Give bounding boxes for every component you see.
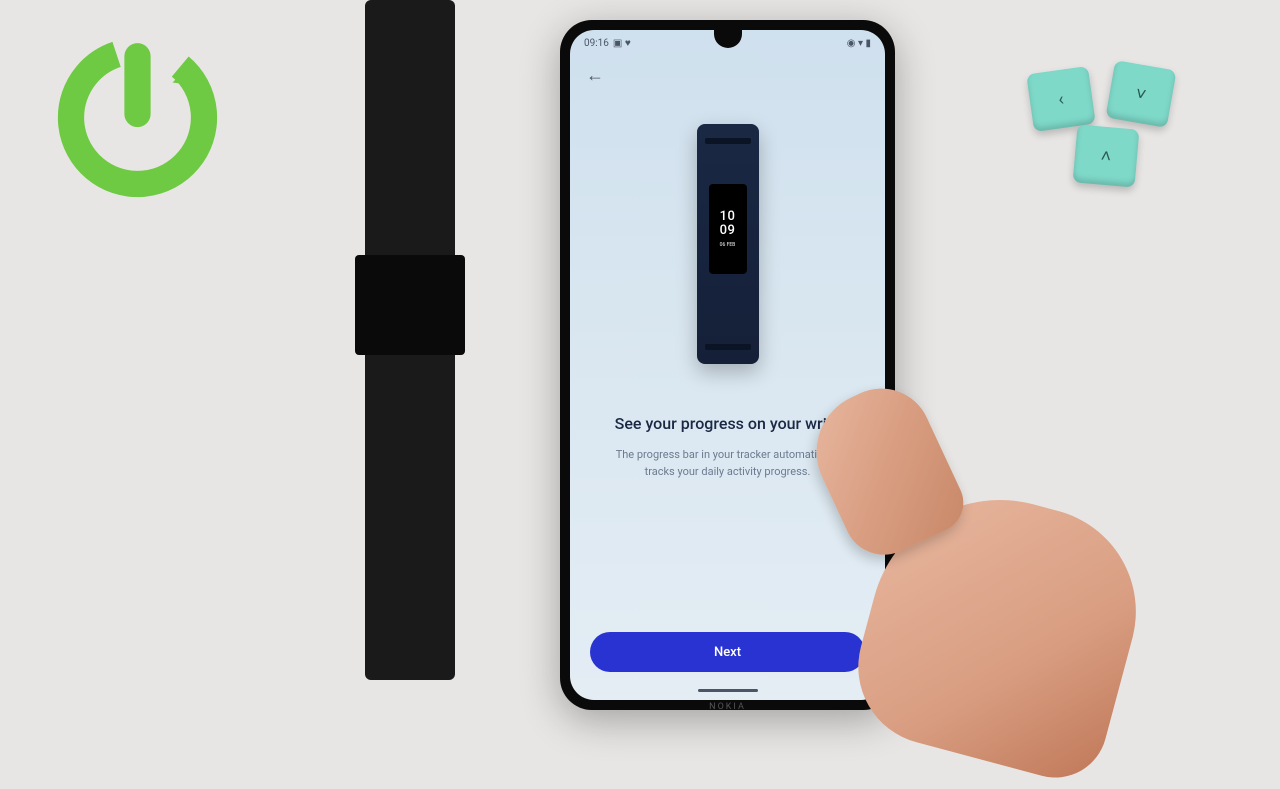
status-time: 09:16 [584,38,609,49]
fitness-tracker-image: 10 09 06 FEB [697,124,759,364]
tracker-time-1: 10 [720,210,736,224]
next-button[interactable]: Next [590,632,865,672]
home-indicator[interactable] [698,689,758,692]
phone-screen: 09:16 ▣ ♥ ◉ ▾ ▮ ← 10 09 06 FEB [570,30,885,700]
hero-illustration: 10 09 06 FEB [570,94,885,414]
onboarding-content: See your progress on your wrist The prog… [570,414,885,480]
phone-device: 09:16 ▣ ♥ ◉ ▾ ▮ ← 10 09 06 FEB [560,20,895,710]
onboarding-description: The progress bar in your tracker automat… [594,447,861,480]
keycaps-decoration: ‹ ˅ ˄ [1020,65,1195,185]
phone-brand-label: NOKIA [709,702,746,712]
back-arrow-icon: ← [586,65,604,86]
back-button[interactable]: ← [570,53,885,94]
watch-band-prop [365,0,455,680]
tracker-date: 06 FEB [720,243,736,249]
power-logo-decoration [50,30,225,205]
next-button-label: Next [714,645,741,660]
onboarding-headline: See your progress on your wrist [594,414,861,433]
status-icons-right: ◉ ▾ ▮ [847,38,871,49]
status-icons-left: ▣ ♥ [613,38,631,49]
tracker-time-2: 09 [720,224,736,238]
